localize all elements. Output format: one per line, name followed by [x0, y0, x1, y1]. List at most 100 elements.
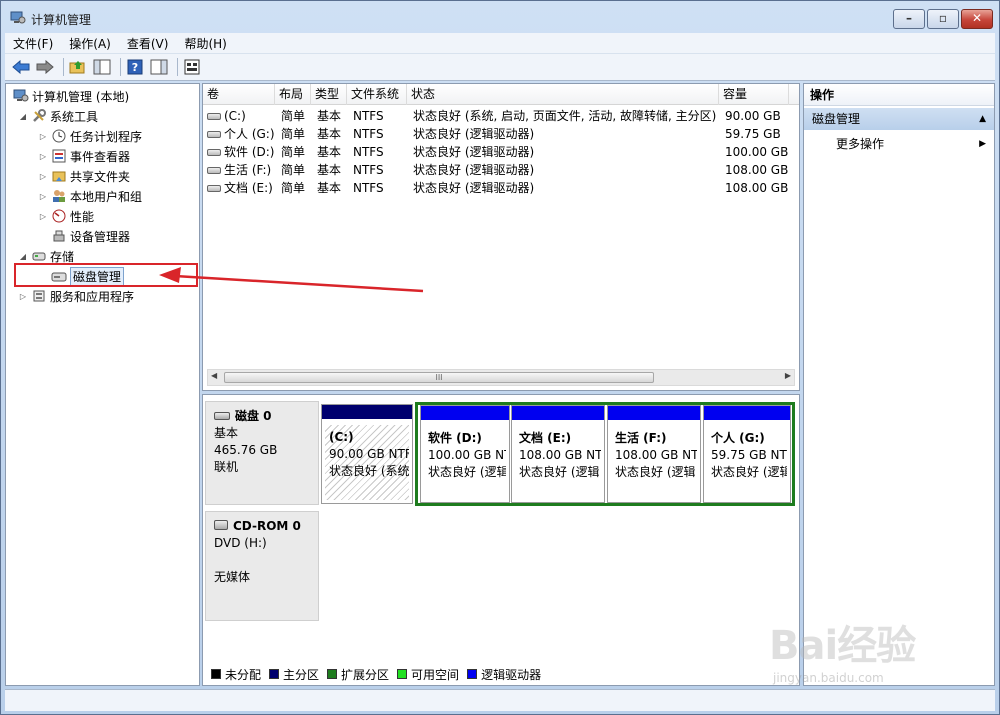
- tree-item-device-manager[interactable]: 设备管理器: [48, 226, 130, 246]
- tree-item-root[interactable]: 计算机管理 (本地): [10, 86, 129, 106]
- logical-drive-bar: [512, 406, 604, 420]
- tree-item-event-viewer[interactable]: ▷ 事件查看器: [38, 146, 130, 166]
- menu-help[interactable]: 帮助(H): [176, 35, 234, 52]
- collapse-up-icon[interactable]: ▲: [979, 108, 986, 130]
- actions-header: 操作: [804, 84, 994, 106]
- disk-icon: [214, 412, 230, 420]
- table-row[interactable]: 软件 (D:) 简单 基本 NTFS 状态良好 (逻辑驱动器) 100.00 G…: [203, 143, 799, 161]
- minimize-button[interactable]: –: [893, 9, 925, 29]
- help-button[interactable]: ?: [125, 57, 145, 77]
- cell-capacity: 59.75 GB: [725, 127, 781, 141]
- toolbar-separator: [120, 58, 121, 76]
- cdrom-name: CD-ROM 0: [233, 519, 301, 533]
- tree-label-shared-folders: 共享文件夹: [70, 169, 131, 184]
- tree-item-services[interactable]: ▷ 服务和应用程序: [18, 286, 134, 306]
- maximize-button[interactable]: ▫: [927, 9, 959, 29]
- shared-folder-icon: [51, 168, 67, 184]
- tree-label-task-scheduler: 任务计划程序: [70, 129, 143, 144]
- table-row[interactable]: (C:) 简单 基本 NTFS 状态良好 (系统, 启动, 页面文件, 活动, …: [203, 107, 799, 125]
- expand-triangle-icon[interactable]: ▷: [38, 212, 48, 221]
- disk-state: 联机: [214, 460, 239, 474]
- partition-name: 软件 (D:): [428, 431, 482, 445]
- partition-c[interactable]: (C:) 90.00 GB NTFS 状态良好 (系统: [321, 404, 413, 504]
- collapse-triangle-icon[interactable]: ◢: [18, 112, 28, 121]
- close-button[interactable]: ✕: [961, 9, 993, 29]
- column-header-type[interactable]: 类型: [311, 84, 347, 105]
- tree-item-task-scheduler[interactable]: ▷ 任务计划程序: [38, 126, 142, 146]
- partition-name: (C:): [329, 430, 354, 444]
- action-pane-icon: [150, 59, 168, 75]
- partition-size: 90.00 GB NTFS: [329, 447, 409, 461]
- tree-label-device-manager: 设备管理器: [70, 229, 131, 244]
- menu-action[interactable]: 操作(A): [61, 35, 119, 52]
- expand-triangle-icon[interactable]: ▷: [18, 292, 28, 301]
- table-row[interactable]: 生活 (F:) 简单 基本 NTFS 状态良好 (逻辑驱动器) 108.00 G…: [203, 161, 799, 179]
- computer-management-icon: [13, 88, 29, 104]
- expand-triangle-icon[interactable]: ▷: [38, 152, 48, 161]
- expand-triangle-icon[interactable]: ▷: [38, 192, 48, 201]
- minimize-icon: –: [906, 11, 912, 25]
- tree-item-local-users[interactable]: ▷ 本地用户和组: [38, 186, 142, 206]
- tree-label-system-tools: 系统工具: [50, 109, 99, 124]
- legend-swatch-free: [397, 669, 408, 679]
- tree-item-system-tools[interactable]: ◢ 系统工具: [18, 106, 98, 126]
- up-level-button[interactable]: [68, 57, 88, 77]
- expand-triangle-icon[interactable]: ▷: [38, 172, 48, 181]
- window-title: 计算机管理: [31, 13, 92, 27]
- users-icon: [51, 188, 67, 204]
- storage-icon: [31, 248, 47, 264]
- submenu-arrow-icon: ▶: [979, 139, 986, 149]
- horizontal-scrollbar[interactable]: ◀ III ▶: [207, 369, 795, 386]
- show-action-pane-button[interactable]: [149, 57, 169, 77]
- disk-size: 465.76 GB: [214, 443, 278, 457]
- folder-up-icon: [69, 61, 85, 74]
- cell-type: 基本: [317, 145, 342, 159]
- partition-status: 状态良好 (逻辑: [615, 465, 696, 479]
- clock-icon: [51, 128, 67, 144]
- show-hide-tree-button[interactable]: [92, 57, 112, 77]
- cdrom-0-info[interactable]: CD-ROM 0 DVD (H:) 无媒体: [205, 511, 319, 621]
- services-icon: [31, 288, 47, 304]
- actions-section-disk-management[interactable]: 磁盘管理 ▲: [804, 108, 994, 130]
- tree-item-performance[interactable]: ▷ 性能: [38, 206, 94, 226]
- forward-button[interactable]: [35, 57, 55, 77]
- partition-status: 状态良好 (系统: [329, 464, 409, 478]
- column-header-capacity[interactable]: 容量: [719, 84, 789, 105]
- scroll-right-icon[interactable]: ▶: [785, 371, 791, 380]
- menu-file[interactable]: 文件(F): [5, 35, 61, 52]
- partition-legend: 未分配 主分区 扩展分区 可用空间 逻辑驱动器: [207, 665, 541, 683]
- volume-icon: [207, 131, 221, 138]
- cell-capacity: 100.00 GB: [725, 145, 789, 159]
- menu-view[interactable]: 查看(V): [119, 35, 177, 52]
- partition-size: 108.00 GB NT: [615, 448, 697, 462]
- performance-icon: [51, 208, 67, 224]
- partition-g[interactable]: 个人 (G:) 59.75 GB NT 状态良好 (逻辑: [703, 405, 791, 503]
- column-header-layout[interactable]: 布局: [275, 84, 311, 105]
- cell-volume: 个人 (G:): [224, 127, 275, 141]
- properties-button[interactable]: [182, 57, 202, 77]
- table-row[interactable]: 文档 (E:) 简单 基本 NTFS 状态良好 (逻辑驱动器) 108.00 G…: [203, 179, 799, 197]
- partition-name: 个人 (G:): [711, 431, 765, 445]
- expand-triangle-icon[interactable]: ▷: [38, 132, 48, 141]
- scroll-left-icon[interactable]: ◀: [211, 371, 217, 380]
- collapse-triangle-icon[interactable]: ◢: [18, 252, 28, 261]
- maximize-icon: ▫: [938, 11, 948, 25]
- partition-e[interactable]: 文档 (E:) 108.00 GB NT 状态良好 (逻辑: [511, 405, 605, 503]
- cell-layout: 简单: [281, 163, 306, 177]
- tree-item-shared-folders[interactable]: ▷ 共享文件夹: [38, 166, 130, 186]
- back-button[interactable]: [11, 57, 31, 77]
- disk-0-info[interactable]: 磁盘 0 基本 465.76 GB 联机: [205, 401, 319, 505]
- cd-drive-icon: [214, 520, 228, 530]
- column-header-status[interactable]: 状态: [407, 84, 719, 105]
- partition-size: 100.00 GB NTFS: [428, 448, 506, 462]
- scrollbar-thumb[interactable]: III: [224, 372, 654, 383]
- column-header-filesystem[interactable]: 文件系统: [347, 84, 407, 105]
- tree-label-storage: 存储: [50, 249, 75, 264]
- column-header-volume[interactable]: 卷: [203, 84, 275, 105]
- cell-type: 基本: [317, 181, 342, 195]
- table-row[interactable]: 个人 (G:) 简单 基本 NTFS 状态良好 (逻辑驱动器) 59.75 GB: [203, 125, 799, 143]
- more-actions-item[interactable]: 更多操作 ▶: [836, 134, 986, 154]
- partition-d[interactable]: 软件 (D:) 100.00 GB NTFS 状态良好 (逻辑: [420, 405, 510, 503]
- partition-size: 108.00 GB NT: [519, 448, 601, 462]
- partition-f[interactable]: 生活 (F:) 108.00 GB NT 状态良好 (逻辑: [607, 405, 701, 503]
